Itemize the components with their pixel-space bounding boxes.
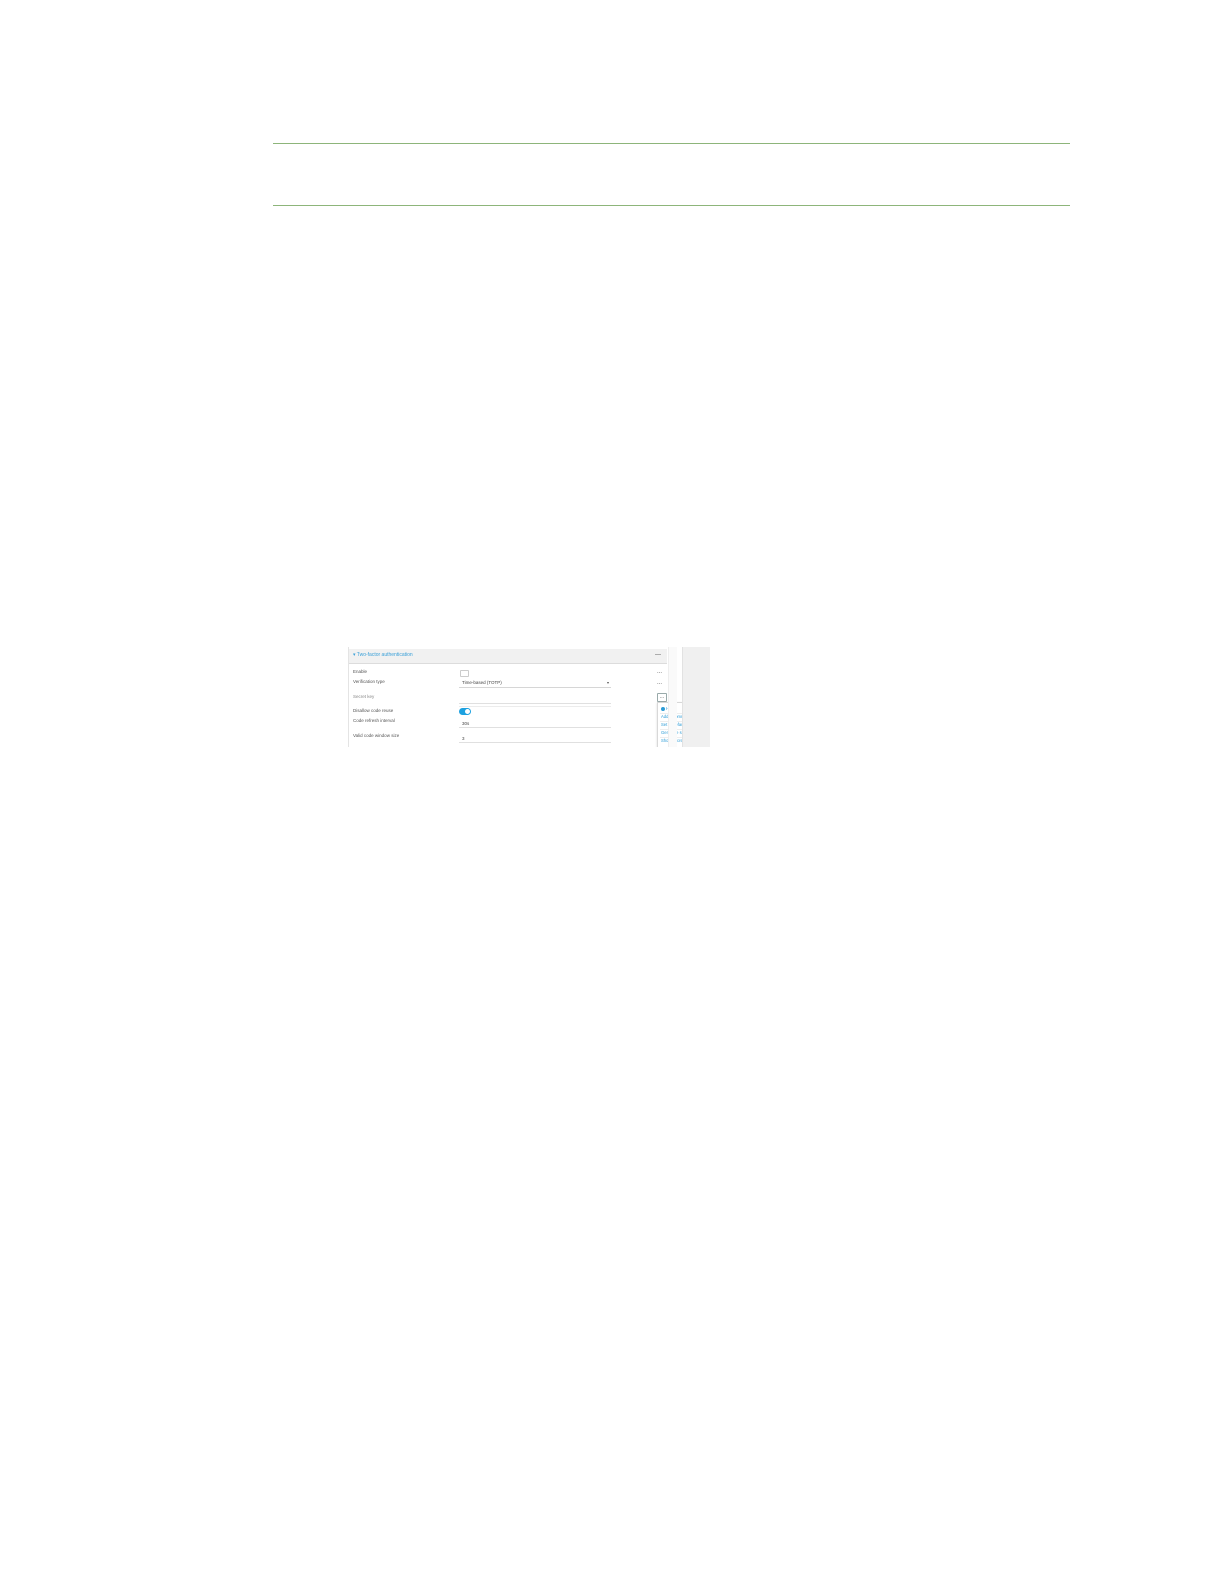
disallow-reuse-label: Disallow code reuse (353, 708, 394, 713)
two-factor-panel: ▾ Two-factor authentication — Enable ...… (348, 647, 710, 747)
side-panel (682, 647, 710, 747)
enable-checkbox[interactable] (460, 670, 469, 677)
panel-title[interactable]: ▾ Two-factor authentication (353, 652, 413, 658)
verification-type-row-menu[interactable]: ... (657, 680, 662, 686)
valid-window-label: Valid code window size (353, 733, 400, 738)
panel-scroll-gutter (668, 647, 677, 747)
secret-key-label: Secret key (353, 694, 375, 699)
refresh-interval-input[interactable] (459, 720, 611, 728)
header-rule-top (273, 143, 1070, 144)
collapse-button[interactable]: — (655, 651, 661, 659)
disallow-reuse-toggle[interactable] (459, 708, 471, 715)
secret-key-underline (459, 699, 611, 707)
panel-header[interactable]: ▾ Two-factor authentication — (349, 649, 667, 664)
refresh-interval-value: 30s (462, 721, 470, 726)
verification-type-label: Verification type (353, 679, 385, 684)
valid-window-input[interactable] (459, 735, 611, 743)
help-circle-icon (661, 706, 665, 711)
chevron-down-icon: ▾ (606, 680, 609, 685)
verification-type-select[interactable]: Time-based (TOTP) ▾ (459, 680, 611, 688)
enable-label: Enable (353, 669, 368, 674)
screenshot-figure: ▾ Two-factor authentication — Enable ...… (348, 647, 710, 747)
header-rule-bottom (273, 205, 1070, 206)
refresh-interval-label: Code refresh interval (353, 718, 395, 723)
enable-row-menu[interactable]: ... (657, 669, 662, 675)
secret-key-menu-button[interactable]: ... (657, 693, 667, 702)
verification-type-value: Time-based (TOTP) (462, 680, 502, 685)
valid-window-value: 3 (462, 736, 465, 741)
